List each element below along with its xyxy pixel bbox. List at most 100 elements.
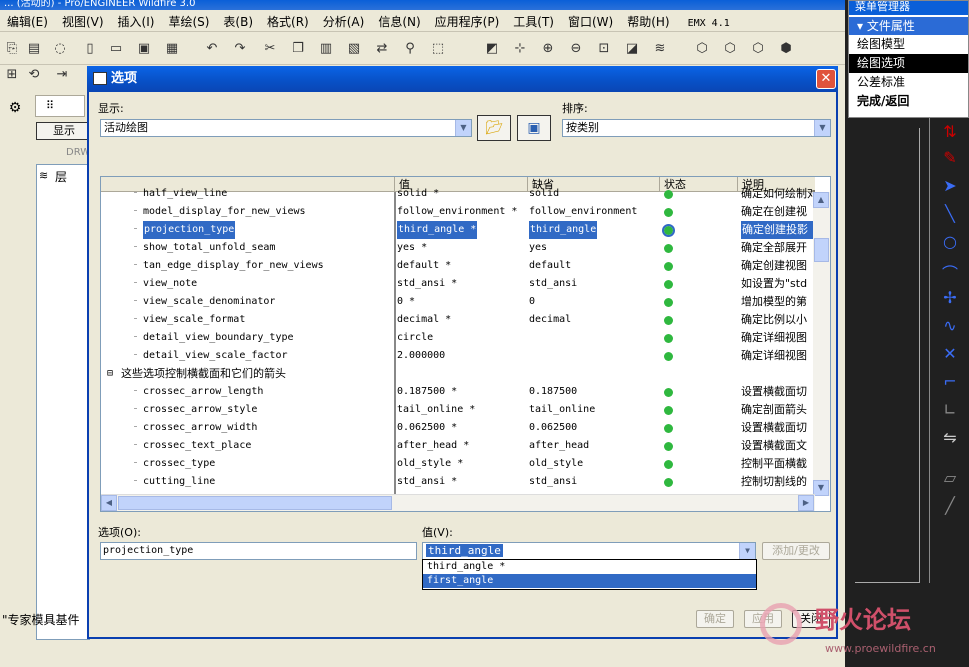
table-row[interactable]: ╶ view_scale_denominator 0 * 0 增加模型的第 [101,293,815,311]
zoom-out-icon[interactable]: ⊖ [566,39,586,59]
table-row[interactable]: ╶ projection_type third_angle * third_angle… [101,221,815,239]
save-icon[interactable]: ▣ [134,39,154,59]
horizontal-scrollbar[interactable]: ◀ ▶ [101,494,815,511]
table-row[interactable]: ╶ show_total_unfold_seam yes * yes 确定全部展开 [101,239,815,257]
select-box-icon[interactable]: ⬚ [428,39,448,59]
value-option[interactable]: first_angle [423,574,756,588]
menu-item-done-return[interactable]: 完成/返回 [849,92,968,111]
menu-item[interactable]: 草绘(S) [161,10,216,33]
value-select[interactable]: third_angle ▼ [422,542,756,560]
menu-item[interactable]: 工具(T) [506,10,561,33]
lock-icon[interactable]: ◌ [50,39,70,59]
menu-item[interactable]: 表(B) [216,10,260,33]
undo-icon[interactable]: ↶ [202,39,222,59]
paste-special-icon[interactable]: ▧ [344,39,364,59]
table-row[interactable]: ╶ crossec_arrow_length 0.187500 * 0.187500 设… [101,383,815,401]
table-row[interactable]: ╶ tan_edge_display_for_new_views default *… [101,257,815,275]
settings-icon[interactable]: ⚙ [0,100,30,130]
spline-icon[interactable]: ∿ [938,316,962,335]
shading-icon[interactable]: ⬢ [776,39,796,59]
menu-item[interactable]: 格式(R) [260,10,316,33]
menu-item[interactable]: EMX 4.1 [681,15,737,32]
regenerate-icon[interactable]: ⇄ [372,39,392,59]
table-row[interactable]: ╶ crossec_arrow_width 0.062500 * 0.062500 设置… [101,419,815,437]
table-row[interactable]: ╶ cutting_line std_ansi * std_ansi 控制切割线的 [101,473,815,491]
table-row[interactable]: ╶ view_note std_ansi * std_ansi 如设置为"std [101,275,815,293]
table-row[interactable]: ╶ detail_view_scale_factor 2.000000 确定详细视图 [101,347,815,365]
menu-item[interactable]: 窗口(W) [561,10,620,33]
select-arrow-icon[interactable]: ➤ [938,176,962,195]
arrow-icon[interactable]: ⇥ [52,65,72,85]
refit-icon[interactable]: ⊡ [594,39,614,59]
menu-item[interactable]: 应用程序(P) [428,10,507,33]
option-input[interactable]: projection_type [100,542,417,560]
scroll-left-icon[interactable]: ◀ [101,495,117,511]
menu-item[interactable]: 帮助(H) [620,10,676,33]
table-row[interactable]: ╶ crossec_arrow_style tail_online * tail_on… [101,401,815,419]
table-row[interactable]: ╶ view_scale_format decimal * decimal 确定比例以小 [101,311,815,329]
ok-button[interactable]: 确定 [696,610,734,628]
new-file-icon[interactable]: ▯ [80,39,100,59]
menu-item[interactable]: 插入(I) [111,10,162,33]
refresh-icon[interactable]: ⟲ [24,65,44,85]
grid-icon[interactable]: ⊞ [2,65,22,85]
tree-tab[interactable]: ⠿ [35,95,85,117]
layer-item[interactable]: 层 [55,168,67,185]
corner-icon[interactable]: ∟ [938,400,962,419]
slash-icon[interactable]: ╱ [938,496,962,515]
open-folder-icon[interactable]: ▭ [106,39,126,59]
vertical-scrollbar[interactable]: ▲ ▼ [813,192,830,496]
scroll-down-icon[interactable]: ▼ [813,480,829,496]
redraw-icon[interactable]: ◩ [482,39,502,59]
menu-manager-section[interactable]: ▾ 文件属性 [849,17,968,35]
table-row[interactable]: ╶ crossec_type old_style * old_style 控制平面横截 [101,455,815,473]
drawing-canvas[interactable] [845,118,930,583]
table-row[interactable]: ╶ half_view_line solid * solid 确定如何绘制对 [101,185,815,203]
find-icon[interactable]: ⚲ [400,39,420,59]
pdf-icon[interactable]: ▤ [24,39,44,59]
collapse-icon[interactable]: ⊟ [107,365,113,383]
table-row[interactable]: ╶ model_display_for_new_views follow_envir… [101,203,815,221]
redo-icon[interactable]: ↷ [230,39,250,59]
menu-item[interactable]: 编辑(E) [0,10,55,33]
menu-item-drawing-options[interactable]: 绘图选项 [849,54,968,73]
menu-item[interactable]: 分析(A) [316,10,372,33]
dialog-title-bar[interactable]: 选项 ✕ [87,66,838,92]
no-hidden-icon[interactable]: ⬡ [748,39,768,59]
chamfer-icon[interactable]: ⌐ [938,372,962,391]
table-row[interactable]: ╶ crossec_text_place after_head * after_hea… [101,437,815,455]
sort-select[interactable]: 按类别 ▼ [562,119,831,137]
reorient-icon[interactable]: ◪ [622,39,642,59]
open-config-button[interactable]: 📂︎ [477,115,511,141]
hidden-line-icon[interactable]: ⬡ [720,39,740,59]
cross-icon[interactable]: ✕ [938,344,962,363]
mirror-icon[interactable]: ⇋ [938,428,962,447]
scroll-thumb[interactable] [814,238,829,262]
value-option[interactable]: third_angle * [423,560,756,574]
layers-icon[interactable]: ≋ [650,39,670,59]
zoom-in-icon[interactable]: ⊕ [538,39,558,59]
note-icon[interactable]: ✎ [938,148,962,167]
cut-icon[interactable]: ✂ [260,39,280,59]
open-icon[interactable]: ⎘ [2,39,22,59]
copy-icon[interactable]: ❐ [288,39,308,59]
point-icon[interactable]: ✢ [938,288,962,307]
scroll-right-icon[interactable]: ▶ [798,495,814,511]
menu-item-drawing-models[interactable]: 绘图模型 [849,35,968,54]
hscroll-thumb[interactable] [118,496,392,510]
show-select[interactable]: 活动绘图 ▼ [100,119,472,137]
line-icon[interactable]: ╲ [938,204,962,223]
save-config-button[interactable]: ▣ [517,115,551,141]
paste-icon[interactable]: ▥ [316,39,336,59]
menu-item[interactable]: 视图(V) [55,10,111,33]
add-change-button[interactable]: 添加/更改 [762,542,830,560]
menu-item-tolerance-standard[interactable]: 公差标准 [849,73,968,92]
parallelogram-icon[interactable]: ▱ [938,468,962,487]
menu-item[interactable]: 信息(N) [371,10,427,33]
arc-icon[interactable]: ⌒ [938,260,962,284]
display-button[interactable]: 显示 [36,122,90,140]
table-group-row[interactable]: ⊟ 这些选项控制横截面和它们的箭头 [101,365,815,383]
circle-icon[interactable]: ○ [938,232,962,251]
table-row[interactable]: ╶ detail_view_boundary_type circle 确定详细视图 [101,329,815,347]
dimension-icon[interactable]: ⇅ [938,122,962,141]
